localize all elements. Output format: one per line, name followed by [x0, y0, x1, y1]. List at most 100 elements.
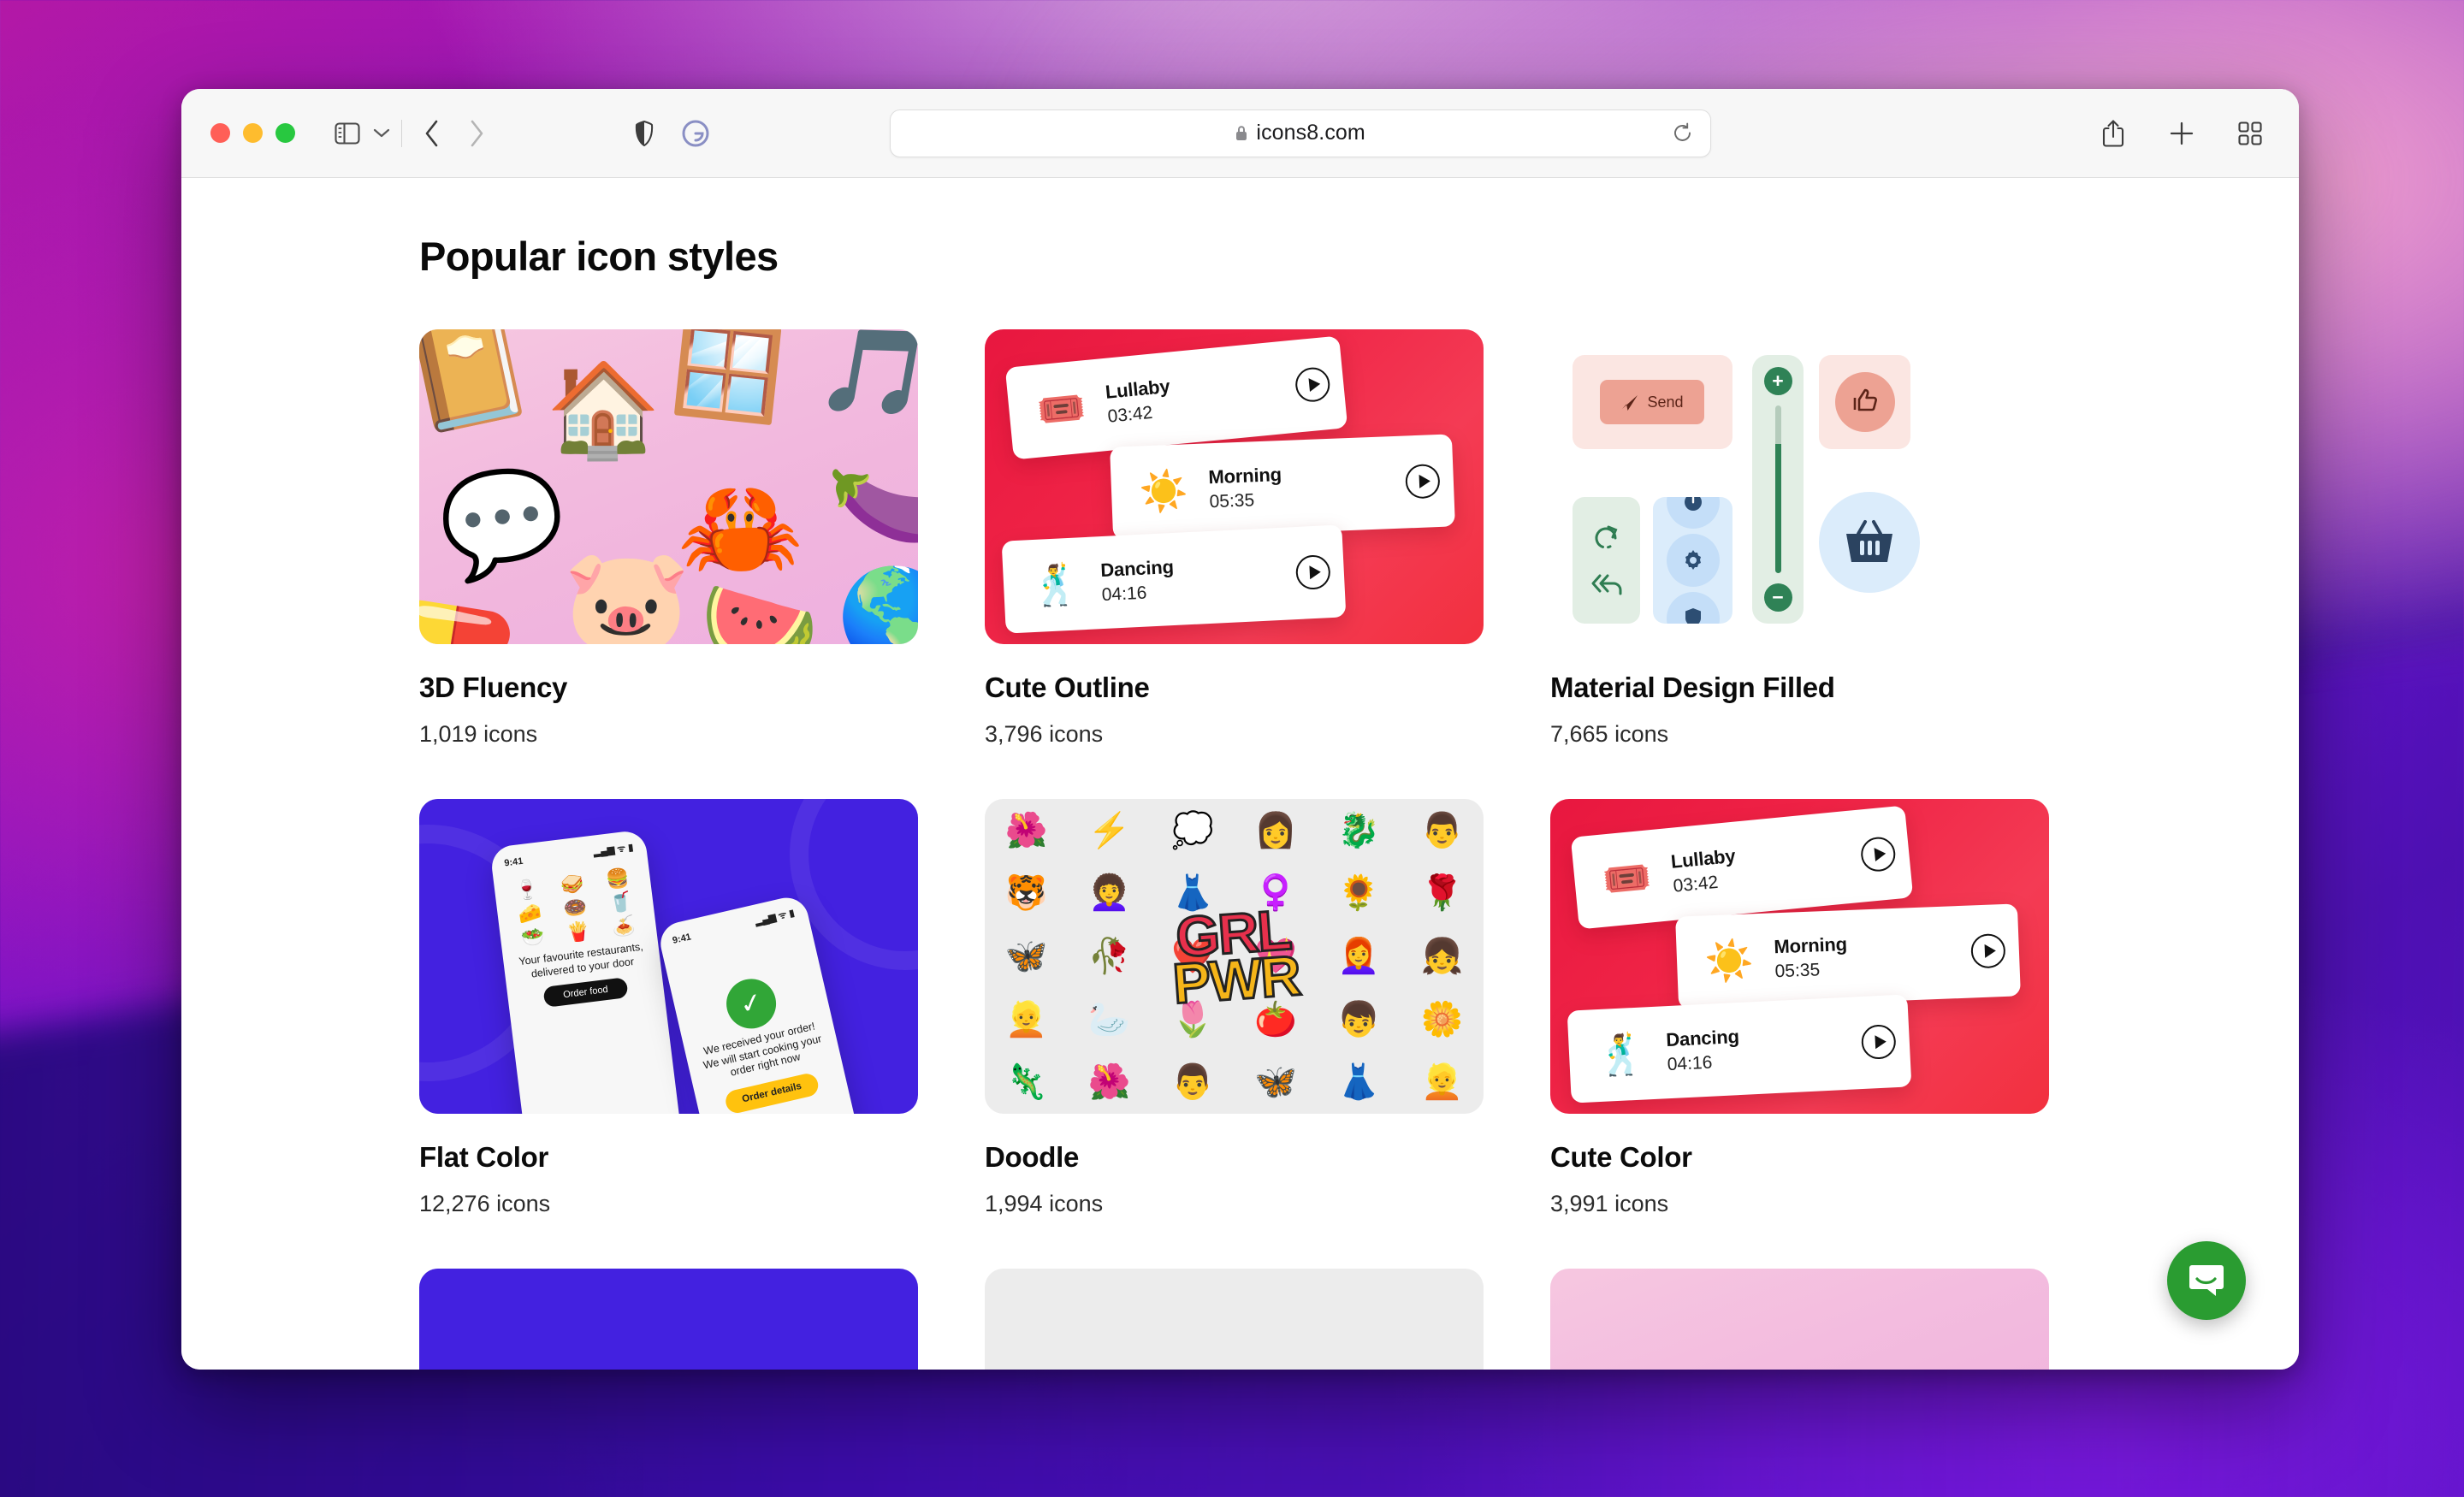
shopping-basket-panel [1819, 492, 1920, 593]
shield-icon [1685, 608, 1701, 624]
emoji-music-note: 🎵 [811, 329, 918, 431]
gear-bubble [1666, 534, 1720, 587]
sidebar-toggle-icon[interactable] [328, 114, 367, 153]
send-button-label: Send [1647, 393, 1684, 411]
track-icon-dancing: 🕺 [1030, 561, 1082, 609]
card-title: Cute Color [1550, 1141, 1692, 1173]
play-icon [1860, 1024, 1897, 1060]
thumbs-up-panel [1819, 355, 1910, 449]
settings-panel [1653, 497, 1732, 624]
icon-style-card[interactable]: 🎟️ Lullaby 03:42 ☀️ Morning 05:35 🕺 Danc… [985, 329, 1484, 748]
info-bubble [1666, 497, 1720, 529]
card-icon-count: 12,276 icons [419, 1191, 551, 1216]
intercom-chat-launcher[interactable] [2167, 1241, 2246, 1320]
doodle-sticker: ⚡ [1087, 811, 1131, 849]
share-icon[interactable] [2094, 114, 2133, 153]
emoji-house: 🏠 [546, 358, 661, 461]
phone-mockup-menu: 9:41 ▂▄▆ ᯤ ▮ 🍷 🥪 🍔 🧀 🍩 🥤 🥗 🍟 🍝 Your favo… [489, 829, 683, 1114]
card-icon-count: 1,994 icons [985, 1191, 1104, 1216]
volume-slider: + − [1752, 355, 1804, 624]
emoji-eggplant: 🍆 [821, 437, 918, 569]
track-time: 03:42 [1672, 872, 1720, 896]
emoji-watermelon: 🍉 [695, 564, 826, 644]
track-card: 🕺 Dancing 04:16 [1001, 524, 1347, 634]
doodle-sticker: 🌻 [1337, 874, 1381, 913]
track-name: Lullaby [1669, 844, 1737, 873]
card-title: Flat Color [419, 1141, 548, 1173]
track-time: 04:16 [1101, 583, 1147, 606]
card-thumbnail-partial[interactable] [1550, 1269, 2049, 1370]
card-thumbnail-flat-color[interactable]: 9:41 ▂▄▆ ᯤ ▮ 🍷 🥪 🍔 🧀 🍩 🥤 🥗 🍟 🍝 Your favo… [419, 799, 918, 1114]
track-icon-lullaby: 🎟️ [1034, 384, 1088, 434]
card-thumbnail-cute-outline[interactable]: 🎟️ Lullaby 03:42 ☀️ Morning 05:35 🕺 Danc… [985, 329, 1484, 644]
card-thumbnail-material-design-filled[interactable]: Send + − [1550, 329, 2049, 644]
emoji-pig: 🐷 [563, 544, 691, 644]
browser-toolbar: icons8.com [181, 89, 2299, 178]
track-meta: Dancing 04:16 [1666, 1026, 1741, 1075]
new-tab-plus-icon[interactable] [2162, 114, 2201, 153]
tab-overview-grid-icon[interactable] [2230, 114, 2270, 153]
slider-minus-button: − [1763, 583, 1792, 612]
doodle-sticker: 🥀 [1087, 937, 1131, 975]
order-food-button: Order food [542, 977, 629, 1009]
card-thumbnail-doodle[interactable]: 🌺 ⚡ 💭 👩 🐉 👨 🐯 👩‍🦱 👗 ♀️ 🌻 🌹 [985, 799, 1484, 1114]
doodle-sticker: 💭 [1171, 811, 1214, 849]
card-thumbnail-cute-color[interactable]: 🎟️ Lullaby 03:42 ☀️ Morning 05:35 🕺 Danc… [1550, 799, 2049, 1114]
icon-style-card[interactable]: 🌺 ⚡ 💭 👩 🐉 👨 🐯 👩‍🦱 👗 ♀️ 🌻 🌹 [985, 799, 1484, 1217]
track-name: Dancing [1665, 1026, 1740, 1051]
icon-style-card[interactable]: Send + − Material Design Filled 7,665 ic… [1550, 329, 2049, 748]
address-bar-url: icons8.com [1256, 121, 1365, 145]
track-card: 🕺 Dancing 04:16 [1567, 994, 1912, 1104]
doodle-sticker: 👧 [1420, 937, 1464, 975]
back-icon[interactable] [412, 114, 452, 153]
play-icon [1970, 932, 2006, 969]
grammarly-extension-icon[interactable] [676, 114, 715, 153]
doodle-sticker: 🐯 [1004, 874, 1048, 913]
icon-style-card[interactable]: 🎟️ Lullaby 03:42 ☀️ Morning 05:35 🕺 Danc… [1550, 799, 2049, 1217]
card-icon-count: 1,019 icons [419, 721, 538, 747]
track-meta: Morning 05:35 [1208, 464, 1282, 512]
privacy-shield-icon[interactable] [625, 114, 664, 153]
sidebar-chevron-down-icon[interactable] [367, 114, 396, 153]
icon-style-card[interactable]: 9:41 ▂▄▆ ᯤ ▮ 🍷 🥪 🍔 🧀 🍩 🥤 🥗 🍟 🍝 Your favo… [419, 799, 918, 1217]
food-icon: 🥗 [519, 925, 546, 950]
track-icon-dancing: 🕺 [1596, 1031, 1648, 1079]
card-icon-count: 7,665 icons [1550, 721, 1669, 747]
card-icon-count: 3,991 icons [1550, 1191, 1669, 1216]
web-page-viewport: Popular icon styles 📔 🏠 🪟 🎵 💬 🦀 🍆 🐷 💊 🍉 … [181, 178, 2299, 1370]
page-content: Popular icon styles 📔 🏠 🪟 🎵 💬 🦀 🍆 🐷 💊 🍉 … [181, 178, 2299, 1370]
track-card: ☀️ Morning 05:35 [1110, 434, 1455, 540]
reload-icon[interactable] [1673, 122, 1693, 144]
card-thumbnail-partial[interactable] [419, 1269, 918, 1370]
track-meta: Morning 05:35 [1774, 933, 1848, 982]
card-thumbnail-partial[interactable] [985, 1269, 1484, 1370]
toolbar-divider [401, 119, 402, 147]
girl-power-lettering: GRL PWR [1168, 896, 1302, 1017]
send-panel: Send [1573, 355, 1732, 449]
card-thumbnail-3d-fluency[interactable]: 📔 🏠 🪟 🎵 💬 🦀 🍆 🐷 💊 🍉 🌎 [419, 329, 918, 644]
forward-icon[interactable] [457, 114, 496, 153]
food-icon: 🥪 [559, 872, 586, 896]
track-icon-morning: ☀️ [1703, 938, 1755, 985]
track-time: 05:35 [1209, 490, 1255, 512]
doodle-sticker: 👩 [1254, 811, 1297, 849]
doodle-sticker: 👩‍🦱 [1087, 874, 1131, 913]
icon-style-card[interactable]: 📔 🏠 🪟 🎵 💬 🦀 🍆 🐷 💊 🍉 🌎 3D Fluency 1,019 i… [419, 329, 918, 748]
zoom-window-button[interactable] [275, 123, 295, 143]
address-bar[interactable]: icons8.com [889, 109, 1711, 157]
card-icon-count: 3,796 icons [985, 721, 1104, 747]
phone-status-bar: 9:41 ▂▄▆ ᯤ ▮ [656, 893, 808, 950]
address-bar-content: icons8.com [891, 121, 1710, 145]
doodle-sticker: 🦋 [1004, 937, 1048, 975]
phone-time: 9:41 [503, 855, 524, 868]
card-title: Material Design Filled [1550, 672, 1835, 703]
minimize-window-button[interactable] [243, 123, 263, 143]
food-icon: 🍷 [513, 877, 541, 902]
emoji-globe: 🌎 [837, 565, 918, 645]
icon-styles-grid: 📔 🏠 🪟 🎵 💬 🦀 🍆 🐷 💊 🍉 🌎 3D Fluency 1,019 i… [419, 329, 2049, 1217]
phone-time: 9:41 [671, 931, 692, 946]
undo-redo-panel [1573, 497, 1640, 624]
doodle-sticker: 👨 [1420, 811, 1464, 849]
close-window-button[interactable] [210, 123, 230, 143]
gear-icon [1685, 550, 1701, 570]
